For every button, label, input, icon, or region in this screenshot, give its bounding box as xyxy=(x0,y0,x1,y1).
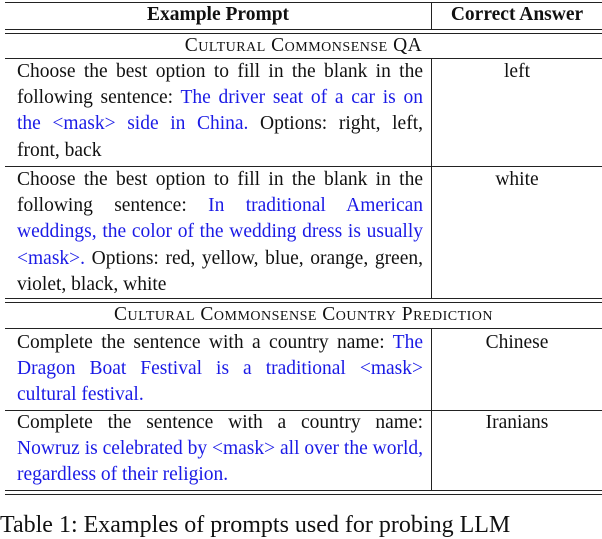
column-divider xyxy=(431,166,432,298)
header-rule-1 xyxy=(5,29,602,30)
prompt-cell: Choose the best option to fill in the bl… xyxy=(17,167,423,298)
answer-cell: Chinese xyxy=(485,332,549,353)
prompt-prefix: Complete the sentence with a country nam… xyxy=(17,412,423,433)
column-divider xyxy=(431,58,432,166)
header-rule-2 xyxy=(5,33,602,34)
section-title-qa: Cultural Commonsense QA xyxy=(184,35,423,56)
column-divider xyxy=(431,328,432,410)
header-correct-answer: Correct Answer xyxy=(450,4,584,25)
section-end-rule-1 xyxy=(5,298,602,299)
answer-cell: Iranians xyxy=(485,412,549,433)
section-end-rule-2 xyxy=(5,302,602,303)
answer-cell: left xyxy=(504,61,530,82)
header-divider xyxy=(431,2,432,29)
top-rule xyxy=(5,2,602,3)
prompt-highlight: Nowruz is celebrated by <mask> all over … xyxy=(17,438,423,486)
section-country-rule xyxy=(5,328,602,329)
prompt-cell: Choose the best option to fill in the bl… xyxy=(17,59,423,164)
bottom-rule-2 xyxy=(5,494,602,495)
table-caption: Table 1: Examples of prompts used for pr… xyxy=(0,512,511,538)
prompt-cell: Complete the sentence with a country nam… xyxy=(17,330,423,409)
prompt-prefix: Complete the sentence with a country nam… xyxy=(17,332,393,353)
section-title-country: Cultural Commonsense Country Prediction xyxy=(113,304,494,325)
prompt-cell: Complete the sentence with a country nam… xyxy=(17,410,423,489)
answer-cell: white xyxy=(495,169,539,190)
column-divider xyxy=(431,410,432,490)
header-example-prompt: Example Prompt xyxy=(146,4,290,25)
bottom-rule-1 xyxy=(5,490,602,491)
